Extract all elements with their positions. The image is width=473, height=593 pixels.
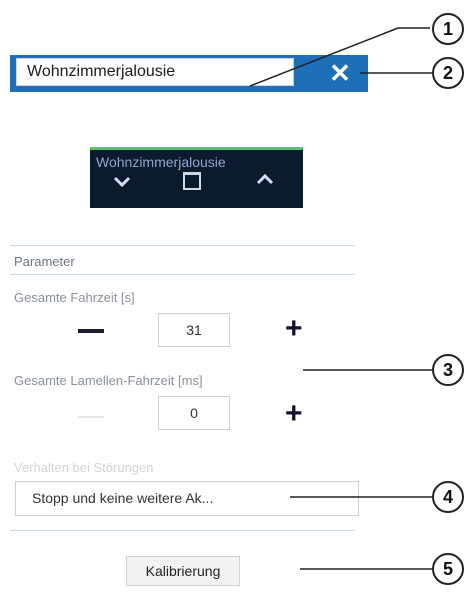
callout-3: 3 <box>432 354 464 386</box>
callout-4: 4 <box>432 481 464 513</box>
callout-2: 2 <box>432 57 464 89</box>
callout-lines <box>249 27 432 570</box>
callout-5: 5 <box>432 553 464 585</box>
callout-1: 1 <box>432 13 464 45</box>
